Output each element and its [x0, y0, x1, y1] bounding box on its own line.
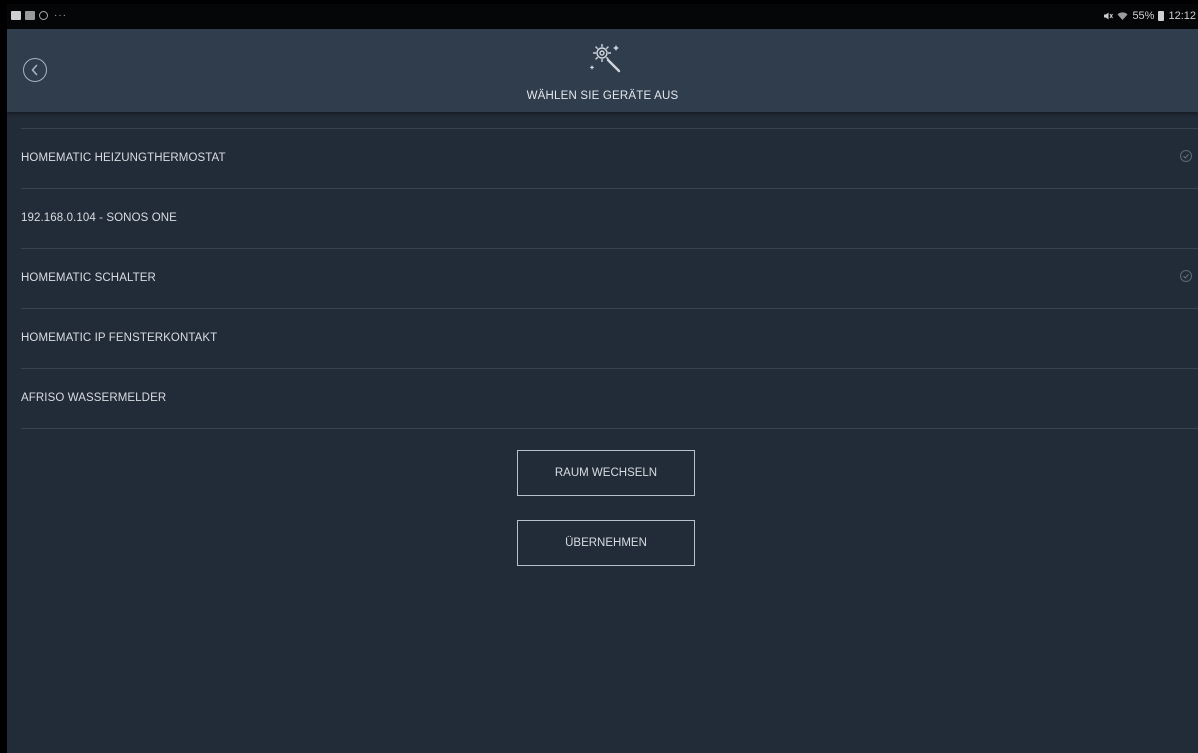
- sync-notification-icon: [39, 11, 48, 20]
- gallery-notification-icon: [11, 11, 21, 20]
- change-room-button[interactable]: RAUM WECHSELN: [517, 450, 695, 496]
- battery-icon: [1158, 11, 1165, 21]
- device-row-fensterkontakt[interactable]: HOMEMATIC IP FENSTERKONTAKT: [21, 309, 1198, 369]
- device-row-schalter[interactable]: HOMEMATIC SCHALTER: [21, 249, 1198, 309]
- clock: 12:12: [1168, 10, 1196, 22]
- device-row-heizungthermostat[interactable]: HOMEMATIC HEIZUNGTHERMOSTAT: [21, 129, 1198, 189]
- gear-wand-icon: [589, 44, 621, 73]
- device-row-wassermelder[interactable]: AFRISO WASSERMELDER: [21, 369, 1198, 429]
- app-header: WÄHLEN SIE GERÄTE AUS: [7, 29, 1198, 112]
- edit-notification-icon: [25, 11, 35, 20]
- app-screen: ··· 55% 12:12 WÄHLEN SIE GERÄTE AUS HOME…: [7, 4, 1198, 753]
- apply-button[interactable]: ÜBERNEHMEN: [517, 520, 695, 566]
- system-indicators: 55% 12:12: [1103, 10, 1196, 22]
- device-label: HOMEMATIC SCHALTER: [21, 272, 156, 284]
- check-circle-icon[interactable]: [1180, 270, 1192, 282]
- mute-icon: [1104, 12, 1114, 20]
- wifi-icon: [1117, 12, 1128, 20]
- chevron-left-icon: [31, 64, 38, 76]
- device-list: HOMEMATIC HEIZUNGTHERMOSTAT 192.168.0.10…: [21, 128, 1198, 429]
- notification-icons: ···: [11, 10, 67, 21]
- battery-percent: 55%: [1132, 10, 1155, 22]
- more-notifications-indicator: ···: [54, 10, 67, 21]
- page-title: WÄHLEN SIE GERÄTE AUS: [526, 90, 679, 102]
- device-label: AFRISO WASSERMELDER: [21, 392, 167, 404]
- check-circle-icon[interactable]: [1180, 150, 1192, 162]
- device-label: 192.168.0.104 - SONOS ONE: [21, 212, 177, 224]
- device-label: HOMEMATIC IP FENSTERKONTAKT: [21, 332, 218, 344]
- device-label: HOMEMATIC HEIZUNGTHERMOSTAT: [21, 152, 226, 164]
- status-bar: ··· 55% 12:12: [7, 4, 1198, 29]
- back-button[interactable]: [23, 58, 47, 82]
- device-row-sonos-one[interactable]: 192.168.0.104 - SONOS ONE: [21, 189, 1198, 249]
